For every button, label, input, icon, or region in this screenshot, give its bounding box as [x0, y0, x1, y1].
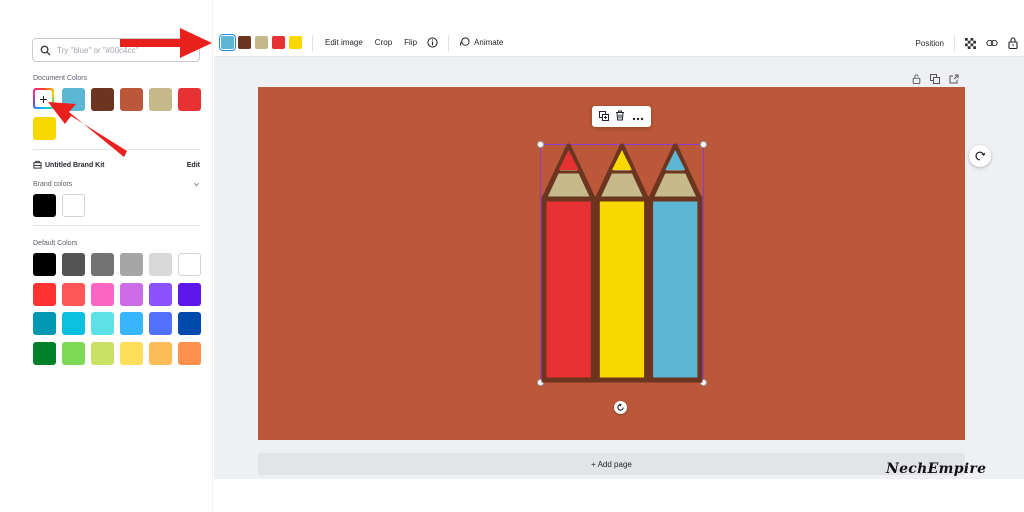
toolbar-color-swatch[interactable]: [219, 34, 236, 51]
brand-color-swatch[interactable]: [62, 194, 85, 217]
toolbar-color-swatch[interactable]: [238, 36, 251, 49]
default-color-swatch[interactable]: [62, 312, 85, 335]
flip-button[interactable]: Flip: [404, 38, 417, 47]
pencil: [594, 143, 650, 383]
animate-icon[interactable]: [459, 37, 470, 48]
element-floating-menu: [592, 106, 651, 127]
color-panel: Document Colors + Untitled Brand Kit Edi…: [0, 0, 213, 512]
trash-icon[interactable]: [615, 108, 625, 126]
watermark: NechEmpire: [886, 461, 987, 477]
info-icon[interactable]: [427, 37, 438, 48]
default-color-swatch[interactable]: [178, 341, 201, 365]
top-toolbar: Edit image Crop Flip Animate Position: [214, 29, 1024, 57]
default-color-swatch[interactable]: [62, 253, 85, 276]
animate-button[interactable]: Animate: [474, 38, 503, 47]
copy-icon[interactable]: [599, 108, 610, 126]
default-color-swatch[interactable]: [120, 282, 143, 306]
default-color-swatch[interactable]: [149, 253, 172, 276]
pencil-body: [648, 196, 703, 383]
position-button[interactable]: Position: [916, 39, 944, 48]
more-options-icon[interactable]: [632, 108, 644, 126]
default-color-swatch[interactable]: [33, 312, 56, 335]
default-color-swatch[interactable]: [91, 282, 114, 306]
default-color-swatch[interactable]: [178, 253, 201, 276]
toolbar-separator: [448, 34, 450, 51]
default-color-swatch[interactable]: [178, 282, 201, 306]
default-color-swatch[interactable]: [62, 282, 85, 306]
pencil: [648, 143, 703, 383]
brand-kit-edit-link[interactable]: Edit: [187, 162, 200, 169]
edit-image-button[interactable]: Edit image: [325, 38, 363, 47]
search-icon: [39, 44, 51, 56]
default-color-swatch[interactable]: [149, 341, 172, 365]
default-color-swatch[interactable]: [120, 341, 143, 365]
toolbar-color-swatch[interactable]: [255, 36, 268, 49]
default-color-swatch[interactable]: [91, 341, 114, 365]
refresh-icon[interactable]: [969, 145, 991, 167]
default-color-swatch[interactable]: [33, 341, 56, 365]
chevron-down-icon[interactable]: [193, 181, 200, 190]
toolbar-separator: [312, 34, 313, 51]
toolbar-color-swatch[interactable]: [289, 36, 302, 49]
lock-icon[interactable]: [1008, 37, 1018, 49]
toolbar-color-swatch[interactable]: [272, 36, 285, 49]
default-color-swatch[interactable]: [91, 253, 114, 276]
add-page-button[interactable]: + Add page: [258, 453, 965, 475]
app-window: Document Colors + Untitled Brand Kit Edi…: [0, 0, 1024, 512]
crop-button[interactable]: Crop: [375, 38, 392, 47]
default-color-swatch[interactable]: [62, 341, 85, 365]
toolbar-separator: [954, 35, 955, 51]
brand-kit-name: Untitled Brand Kit: [45, 162, 105, 169]
pencils-illustration[interactable]: [540, 142, 704, 384]
default-color-swatch[interactable]: [149, 282, 172, 306]
rotate-icon[interactable]: [614, 401, 627, 414]
annotation-arrow-up-left: [48, 102, 127, 157]
default-color-swatch[interactable]: [33, 253, 56, 276]
default-color-swatch[interactable]: [120, 312, 143, 335]
link-icon[interactable]: [986, 38, 998, 48]
pencil-body: [541, 196, 596, 383]
default-colors-title: Default Colors: [33, 240, 78, 247]
brand-kit-icon: [33, 160, 42, 171]
default-color-swatch[interactable]: [33, 282, 56, 306]
default-color-swatch[interactable]: [120, 253, 143, 276]
color-swatch[interactable]: [149, 88, 172, 111]
brand-colors-header: Brand colors: [33, 181, 200, 190]
color-swatch[interactable]: [178, 88, 201, 111]
pencil: [541, 143, 596, 383]
default-color-swatch[interactable]: [91, 312, 114, 335]
brand-color-swatch[interactable]: [33, 194, 56, 217]
default-color-swatch[interactable]: [149, 312, 172, 335]
brand-kit-header: Untitled Brand Kit Edit: [33, 160, 200, 171]
transparency-icon[interactable]: [965, 37, 976, 49]
annotation-arrow-right: [120, 28, 212, 58]
default-color-swatch[interactable]: [178, 312, 201, 335]
toolbar-right-group: Position: [904, 29, 1018, 57]
brand-colors-title: Brand colors: [33, 181, 73, 188]
document-colors-title: Document Colors: [33, 75, 88, 82]
toolbar-color-swatches: [219, 34, 306, 51]
divider: [33, 225, 200, 226]
pencil-body: [594, 196, 650, 383]
